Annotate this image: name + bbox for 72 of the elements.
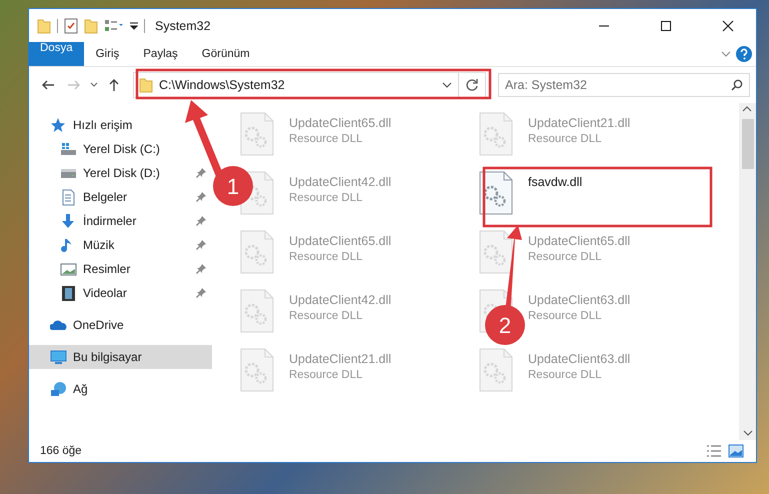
back-arrow-icon — [41, 79, 55, 91]
sidebar-item[interactable]: Bu bilgisayar — [29, 345, 212, 369]
properties-icon[interactable] — [64, 18, 78, 34]
search-field[interactable]: Ara: System32 — [498, 73, 750, 97]
file-type: Resource DLL — [528, 310, 603, 322]
sidebar-item[interactable]: Müzik — [29, 233, 212, 257]
file-type: Resource DLL — [289, 133, 364, 145]
file-type: Resource DLL — [289, 251, 364, 263]
dll-file-icon — [479, 348, 513, 392]
ribbon-tab[interactable]: Görünüm — [190, 42, 262, 66]
file-type: Resource DLL — [528, 369, 603, 381]
maximize-icon — [660, 20, 672, 32]
folder-icon — [139, 77, 153, 93]
window-title: System32 — [155, 18, 211, 32]
step-badge: 2 — [485, 305, 525, 345]
documents-icon — [60, 188, 77, 206]
pin-icon[interactable] — [196, 216, 206, 226]
folder-icon — [37, 18, 51, 34]
scroll-thumb[interactable] — [742, 119, 754, 169]
pin-icon[interactable] — [196, 240, 206, 250]
gear-file-icon — [479, 171, 513, 215]
up-arrow-icon — [108, 78, 120, 92]
file-tab[interactable]: Dosya — [29, 42, 84, 66]
videos-icon — [60, 284, 77, 302]
search-icon — [731, 79, 743, 91]
file-type: Resource DLL — [528, 133, 603, 145]
dropdown-icon[interactable] — [442, 80, 452, 90]
sidebar-item[interactable]: Belgeler — [29, 185, 212, 209]
drive-windows-icon — [60, 140, 77, 158]
view-options-icon[interactable] — [104, 18, 124, 32]
sidebar-item[interactable]: Hızlı erişim — [29, 113, 212, 137]
pin-icon[interactable] — [196, 168, 206, 178]
step-badge: 1 — [213, 166, 253, 206]
sidebar-item[interactable]: Resimler — [29, 257, 212, 281]
refresh-icon[interactable] — [465, 78, 479, 92]
address-bar[interactable]: C:\Windows\System32 — [133, 72, 486, 98]
sidebar-item[interactable]: Yerel Disk (D:) — [29, 161, 212, 185]
dll-file-icon — [479, 230, 513, 274]
file-type: Resource DLL — [289, 369, 364, 381]
star-icon — [50, 116, 67, 134]
details-view-icon[interactable] — [706, 444, 722, 458]
large-icons-view-icon[interactable] — [728, 444, 744, 458]
sidebar-item[interactable]: Yerel Disk (C:) — [29, 137, 212, 161]
downloads-icon — [60, 212, 77, 230]
sidebar-item[interactable]: OneDrive — [29, 313, 212, 337]
new-folder-icon — [84, 18, 98, 34]
close-icon — [722, 20, 734, 32]
pin-icon[interactable] — [196, 264, 206, 274]
scroll-up-icon[interactable] — [742, 104, 752, 114]
forward-arrow-icon — [67, 79, 81, 91]
dll-file-icon — [240, 230, 274, 274]
dll-file-icon — [240, 289, 274, 333]
file-name[interactable]: fsavdw.dll — [528, 175, 582, 189]
sidebar-item[interactable]: Ağ — [29, 377, 212, 401]
file-type: Resource DLL — [289, 192, 364, 204]
file-type: Resource DLL — [289, 310, 364, 322]
customize-toolbar-icon[interactable] — [130, 22, 138, 30]
ribbon-tab[interactable]: Paylaş — [131, 42, 190, 66]
computer-icon — [50, 348, 67, 366]
pin-icon[interactable] — [196, 288, 206, 298]
pin-icon[interactable] — [196, 192, 206, 202]
dll-file-icon — [240, 112, 274, 156]
pictures-icon — [60, 260, 77, 278]
dll-file-icon — [240, 348, 274, 392]
dll-file-icon — [479, 112, 513, 156]
ribbon-tab[interactable]: Giriş — [84, 42, 132, 66]
sidebar-item[interactable]: İndirmeler — [29, 209, 212, 233]
item-count: 166 öğe — [40, 445, 82, 457]
sidebar-item[interactable]: Videolar — [29, 281, 212, 305]
scrollbar[interactable] — [739, 103, 756, 440]
file-type: Resource DLL — [528, 251, 603, 263]
network-icon — [50, 380, 67, 398]
